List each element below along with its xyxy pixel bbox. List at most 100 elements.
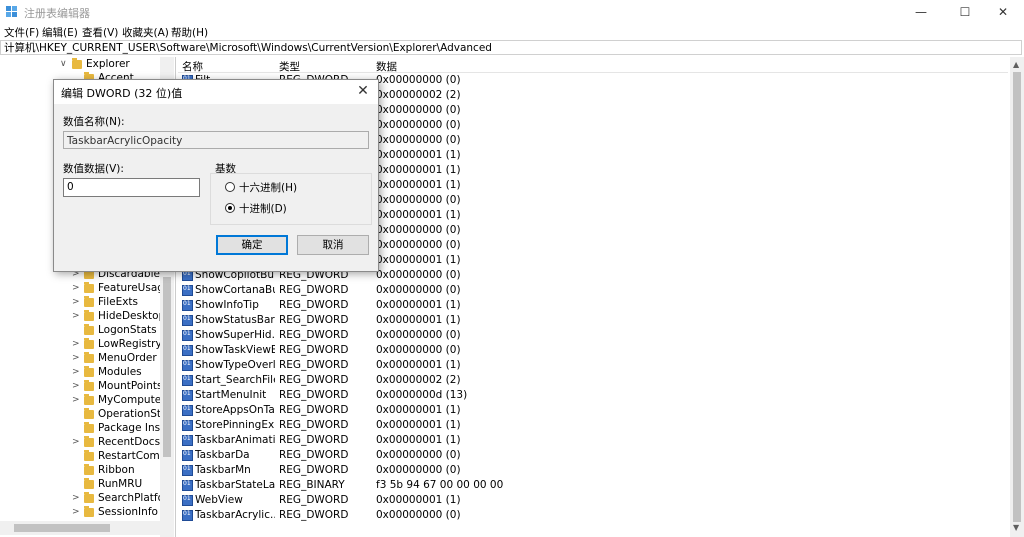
tree-item[interactable]: > MountPoints2: [72, 380, 169, 394]
tree-item-label: RunMRU: [98, 478, 143, 490]
registry-value-icon: [182, 315, 193, 326]
scroll-down-icon[interactable]: ▼: [1013, 523, 1019, 532]
table-row[interactable]: StoreAppsOnTa... REG_DWORD 0x00000001 (1): [178, 403, 1008, 418]
value-data-input[interactable]: 0: [63, 178, 200, 197]
close-icon[interactable]: ✕: [354, 83, 372, 99]
hex-radio-label[interactable]: 十六进制(H): [239, 180, 297, 195]
folder-icon: [84, 338, 94, 349]
chevron-right-icon[interactable]: >: [72, 437, 82, 447]
registry-value-icon: [182, 420, 193, 431]
table-row[interactable]: ShowCortanaBu... REG_DWORD 0x00000000 (0): [178, 283, 1008, 298]
table-row[interactable]: ShowTypeOverl... REG_DWORD 0x00000001 (1): [178, 358, 1008, 373]
column-data[interactable]: 数据: [376, 59, 397, 74]
tree-item[interactable]: > FeatureUsage: [72, 282, 170, 296]
value-data-cell: 0x00000002 (2): [376, 374, 461, 386]
chevron-down-icon[interactable]: ∨: [60, 59, 70, 69]
decimal-radio[interactable]: [225, 203, 235, 213]
scroll-thumb[interactable]: [14, 524, 110, 532]
tree-item[interactable]: LogonStats: [72, 324, 162, 338]
column-type[interactable]: 类型: [279, 59, 300, 74]
tree-item[interactable]: > SessionInfo: [72, 506, 162, 520]
table-row[interactable]: TaskbarStateLa... REG_BINARY f3 5b 94 67 0…: [178, 478, 1008, 493]
value-data-cell: f3 5b 94 67 00 00 00 00: [376, 479, 504, 491]
tree-item-label: MenuOrder: [98, 352, 157, 364]
table-row[interactable]: Start_SearchFiles REG_DWORD 0x00000002 (2): [178, 373, 1008, 388]
tree-item-label: LowRegistry: [98, 338, 162, 350]
tree-item[interactable]: > HideDesktop: [72, 310, 165, 324]
table-row[interactable]: TaskbarDa REG_DWORD 0x00000000 (0): [178, 448, 1008, 463]
menu-favorites[interactable]: 收藏夹(A): [122, 25, 169, 40]
tree-item[interactable]: > LowRegistry: [72, 338, 162, 352]
tree-item[interactable]: > MyComputer: [72, 394, 165, 408]
chevron-right-icon[interactable]: >: [72, 353, 82, 363]
chevron-right-icon[interactable]: >: [72, 493, 82, 503]
tree-item-explorer[interactable]: ∨ Explorer: [60, 58, 160, 72]
value-data-cell: 0x00000000 (0): [376, 194, 461, 206]
table-row[interactable]: ShowStatusBar REG_DWORD 0x00000001 (1): [178, 313, 1008, 328]
folder-icon: [84, 506, 94, 517]
table-row[interactable]: ShowTaskViewB... REG_DWORD 0x00000000 (0): [178, 343, 1008, 358]
menu-file[interactable]: 文件(F): [4, 25, 39, 40]
tree-horizontal-scrollbar[interactable]: [0, 521, 160, 535]
tree-item[interactable]: > FileExts: [72, 296, 162, 310]
tree-item[interactable]: OperationSta: [72, 408, 167, 422]
folder-icon: [84, 422, 94, 433]
value-name-cell: Start_SearchFiles: [195, 374, 275, 386]
cancel-button[interactable]: 取消: [297, 235, 369, 255]
table-row[interactable]: ShowSuperHid... REG_DWORD 0x00000000 (0): [178, 328, 1008, 343]
folder-icon: [84, 436, 94, 447]
minimize-button[interactable]: —: [904, 0, 938, 24]
chevron-right-icon[interactable]: >: [72, 367, 82, 377]
menu-help[interactable]: 帮助(H): [171, 25, 208, 40]
tree-item[interactable]: > MenuOrder: [72, 352, 162, 366]
menu-edit[interactable]: 编辑(E): [42, 25, 78, 40]
chevron-right-icon[interactable]: >: [72, 283, 82, 293]
chevron-right-icon[interactable]: >: [72, 507, 82, 517]
table-row[interactable]: TaskbarMn REG_DWORD 0x00000000 (0): [178, 463, 1008, 478]
table-row[interactable]: TaskbarAcrylic... REG_DWORD 0x00000000 (0): [178, 508, 1008, 523]
table-row[interactable]: StartMenuInit REG_DWORD 0x0000000d (13): [178, 388, 1008, 403]
address-bar[interactable]: 计算机\HKEY_CURRENT_USER\Software\Microsoft…: [0, 40, 1022, 55]
value-name-cell: WebView: [195, 494, 243, 506]
value-data-cell: 0x00000000 (0): [376, 239, 461, 251]
table-row[interactable]: TaskbarAnimati... REG_DWORD 0x00000001 (1): [178, 433, 1008, 448]
value-type-cell: REG_DWORD: [279, 359, 349, 371]
column-name[interactable]: 名称: [182, 59, 203, 74]
value-data-cell: 0x00000001 (1): [376, 494, 461, 506]
decimal-radio-label[interactable]: 十进制(D): [239, 201, 287, 216]
value-type-cell: REG_DWORD: [279, 434, 349, 446]
value-name-label: 数值名称(N):: [63, 116, 125, 128]
close-window-button[interactable]: ✕: [986, 0, 1020, 24]
tree-item[interactable]: RestartComm: [72, 450, 170, 464]
list-vertical-scrollbar[interactable]: ▲ ▼: [1010, 57, 1024, 537]
tree-item[interactable]: > SearchPlatfor: [72, 492, 168, 506]
chevron-right-icon[interactable]: >: [72, 381, 82, 391]
table-row[interactable]: ShowInfoTip REG_DWORD 0x00000001 (1): [178, 298, 1008, 313]
folder-icon: [84, 282, 94, 293]
value-name-cell: ShowStatusBar: [195, 314, 275, 326]
table-row[interactable]: WebView REG_DWORD 0x00000001 (1): [178, 493, 1008, 508]
tree-item[interactable]: Ribbon: [72, 464, 162, 478]
hex-radio[interactable]: [225, 182, 235, 192]
scroll-up-icon[interactable]: ▲: [1013, 60, 1019, 69]
tree-item[interactable]: > Modules: [72, 366, 162, 380]
maximize-button[interactable]: ☐: [948, 0, 982, 24]
chevron-right-icon[interactable]: >: [72, 311, 82, 321]
table-row[interactable]: StorePinningEx... REG_DWORD 0x00000001 (1): [178, 418, 1008, 433]
value-name-cell: TaskbarAnimati...: [195, 434, 275, 446]
tree-item[interactable]: RunMRU: [72, 478, 162, 492]
value-data-cell: 0x00000001 (1): [376, 164, 461, 176]
value-type-cell: REG_DWORD: [279, 464, 349, 476]
registry-value-icon: [182, 510, 193, 521]
chevron-right-icon[interactable]: >: [72, 297, 82, 307]
registry-value-icon: [182, 465, 193, 476]
tree-item[interactable]: Package Insta: [72, 422, 171, 436]
tree-item[interactable]: > RecentDocs: [72, 436, 162, 450]
chevron-right-icon[interactable]: >: [72, 395, 82, 405]
scroll-thumb[interactable]: [163, 277, 171, 457]
ok-button[interactable]: 确定: [216, 235, 288, 255]
chevron-right-icon[interactable]: >: [72, 339, 82, 349]
menu-view[interactable]: 查看(V): [82, 25, 118, 40]
scroll-thumb[interactable]: [1013, 72, 1021, 522]
folder-icon: [84, 380, 94, 391]
